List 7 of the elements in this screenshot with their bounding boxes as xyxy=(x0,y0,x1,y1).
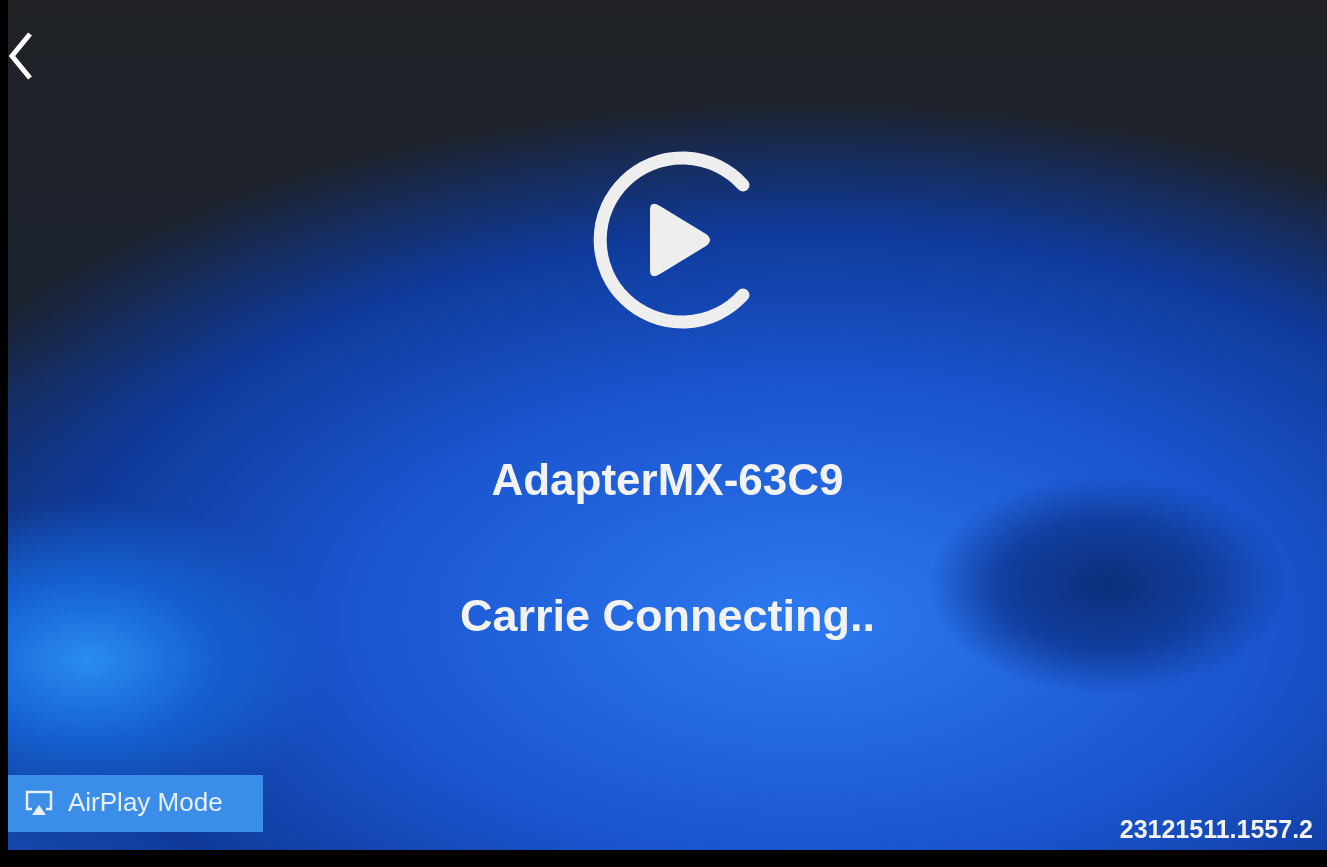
airplay-mode-badge[interactable]: AirPlay Mode xyxy=(8,775,263,832)
version-number: 23121511.1557.2 xyxy=(1119,815,1314,844)
device-name: AdapterMX-63C9 xyxy=(491,455,844,505)
connection-status: Carrie Connecting.. xyxy=(459,590,876,642)
airplay-icon xyxy=(24,788,54,817)
mode-label: AirPlay Mode xyxy=(68,787,223,818)
back-icon[interactable] xyxy=(8,30,34,82)
